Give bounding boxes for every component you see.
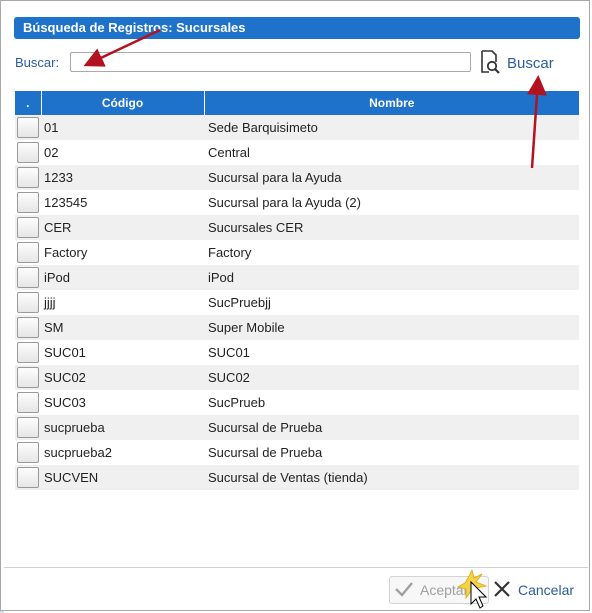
search-label: Buscar: [15,55,60,70]
row-select-button[interactable] [17,267,39,288]
row-select-button[interactable] [17,142,39,163]
row-code: SM [41,315,204,340]
row-code: 1233 [41,165,204,190]
row-code: iPod [41,265,204,290]
search-dialog: Búsqueda de Registros: Sucursales Buscar… [0,0,590,611]
row-select-cell [15,265,41,290]
accept-button-label: Aceptar [420,582,469,598]
footer-divider [4,567,588,568]
row-select-cell [15,140,41,165]
close-x-icon [492,579,512,602]
dialog-title: Búsqueda de Registros: Sucursales [14,17,580,39]
row-name: Central [204,140,579,165]
column-header-name[interactable]: Nombre [204,91,579,115]
row-select-button[interactable] [17,367,39,388]
row-select-cell [15,340,41,365]
row-select-cell [15,215,41,240]
row-select-cell [15,415,41,440]
table-row[interactable]: SUC01 SUC01 [15,340,579,365]
row-select-button[interactable] [17,417,39,438]
row-code: Factory [41,240,204,265]
column-header-code[interactable]: Código [41,91,205,115]
table-row[interactable]: Factory Factory [15,240,579,265]
row-name: Sucursal de Ventas (tienda) [204,465,579,490]
results-table: . Código Nombre 01 Sede Barquisimeto 02 Cen… [15,91,579,490]
cancel-button-label: Cancelar [518,582,575,598]
row-name: SucPrueb [204,390,579,415]
row-select-button[interactable] [17,342,39,363]
row-name: Sucursal para la Ayuda (2) [204,190,579,215]
row-select-button[interactable] [17,442,39,463]
search-input[interactable] [70,52,471,72]
row-name: Sucursal para la Ayuda [204,165,579,190]
table-row[interactable]: SUCVEN Sucursal de Ventas (tienda) [15,465,579,490]
row-select-cell [15,290,41,315]
checkmark-icon [394,580,414,601]
row-select-button[interactable] [17,192,39,213]
row-select-cell [15,190,41,215]
row-name: SUC02 [204,365,579,390]
row-select-cell [15,115,41,140]
accept-button[interactable]: Aceptar [389,576,489,604]
row-select-button[interactable] [17,467,39,488]
row-select-cell [15,240,41,265]
row-code: sucprueba [41,415,204,440]
row-name: iPod [204,265,579,290]
row-select-cell [15,165,41,190]
table-row[interactable]: SUC03 SucPrueb [15,390,579,415]
table-row[interactable]: sucprueba Sucursal de Prueba [15,415,579,440]
search-button-label: Buscar [507,54,554,72]
row-select-button[interactable] [17,242,39,263]
row-name: Sucursales CER [204,215,579,240]
row-select-cell [15,365,41,390]
row-select-cell [15,390,41,415]
row-name: Factory [204,240,579,265]
table-row[interactable]: 123545 Sucursal para la Ayuda (2) [15,190,579,215]
table-row[interactable]: SM Super Mobile [15,315,579,340]
row-select-button[interactable] [17,317,39,338]
table-row[interactable]: 02 Central [15,140,579,165]
row-code: 123545 [41,190,204,215]
table-row[interactable]: sucprueba2 Sucursal de Prueba [15,440,579,465]
table-header-row: . Código Nombre [15,91,579,115]
row-code: SUC03 [41,390,204,415]
row-select-button[interactable] [17,217,39,238]
row-name: Sucursal de Prueba [204,415,579,440]
row-name: Sucursal de Prueba [204,440,579,465]
search-button[interactable]: Buscar [479,49,554,77]
row-select-cell [15,315,41,340]
row-code: sucprueba2 [41,440,204,465]
row-select-button[interactable] [17,292,39,313]
row-name: Sede Barquisimeto [204,115,579,140]
row-code: SUC01 [41,340,204,365]
row-select-cell [15,465,41,490]
table-row[interactable]: 1233 Sucursal para la Ayuda [15,165,579,190]
table-row[interactable]: iPod iPod [15,265,579,290]
cancel-button[interactable]: Cancelar [492,576,574,604]
row-select-button[interactable] [17,117,39,138]
row-code: SUC02 [41,365,204,390]
row-name: Super Mobile [204,315,579,340]
row-select-button[interactable] [17,167,39,188]
table-row[interactable]: SUC02 SUC02 [15,365,579,390]
row-code: 01 [41,115,204,140]
row-select-cell [15,440,41,465]
row-code: SUCVEN [41,465,204,490]
row-code: jjjj [41,290,204,315]
row-select-button[interactable] [17,392,39,413]
column-header-select: . [15,91,42,115]
row-code: 02 [41,140,204,165]
row-name: SucPruebjj [204,290,579,315]
row-name: SUC01 [204,340,579,365]
search-document-icon [479,49,501,77]
table-row[interactable]: CER Sucursales CER [15,215,579,240]
table-row[interactable]: jjjj SucPruebjj [15,290,579,315]
table-row[interactable]: 01 Sede Barquisimeto [15,115,579,140]
row-code: CER [41,215,204,240]
